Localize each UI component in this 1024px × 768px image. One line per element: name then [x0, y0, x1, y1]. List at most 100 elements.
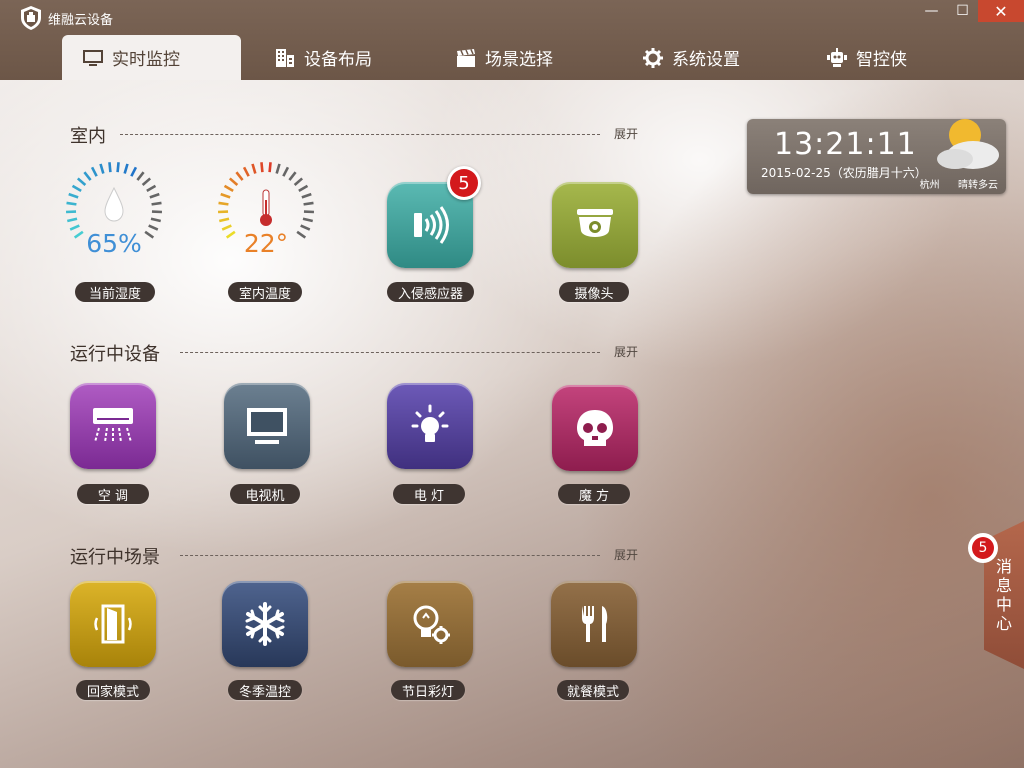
gauge-tick [71, 184, 82, 192]
home-mode-button[interactable] [70, 581, 156, 667]
device-label: 电视机 [230, 484, 300, 504]
humidity-value: 65% [86, 229, 142, 258]
tab-system-settings[interactable]: 系统设置 [622, 35, 760, 80]
message-count-badge: 5 [968, 533, 998, 563]
weather-city: 杭州 [919, 180, 940, 191]
tv-button[interactable] [224, 383, 310, 469]
monitor-icon [83, 49, 103, 66]
gauge-tick [136, 171, 145, 181]
gear-icon [643, 47, 663, 68]
gauge-tick [141, 177, 152, 187]
light-button[interactable] [387, 383, 473, 469]
device-label: 魔 方 [558, 484, 630, 504]
gauge-tick [223, 184, 234, 192]
gauge-tick [228, 177, 239, 187]
building-icon [276, 48, 294, 67]
title-bar: 维融云设备 — ☐ ✕ 实时监控 设备布局 场景选择 系统设置 智控侠 [0, 0, 1024, 80]
air-conditioner-button[interactable] [70, 383, 156, 469]
weather-condition: 晴转多云 [958, 180, 998, 191]
section-divider [120, 134, 600, 135]
tab-scene-select[interactable]: 场景选择 [435, 35, 573, 80]
gauge-tick [293, 177, 304, 187]
scene-label: 就餐模式 [557, 680, 629, 700]
intrusion-alert-badge: 5 [447, 166, 481, 200]
gauge-tick [146, 184, 157, 192]
gauge-tick [288, 171, 297, 181]
gauge-tick [90, 166, 98, 177]
gauge-tick [268, 162, 272, 173]
dining-mode-button[interactable] [551, 581, 637, 667]
section-running-scenes-header: 运行中场景 展开 [70, 543, 638, 568]
bulb-gear-icon [413, 605, 450, 644]
fork-knife-icon [582, 606, 608, 642]
gauge-tick [302, 217, 314, 223]
gauge-tick [242, 166, 250, 177]
gauge-tick [68, 192, 79, 199]
skull-icon [577, 410, 613, 446]
app-title: 维融云设备 [48, 13, 114, 28]
expand-link[interactable]: 展开 [614, 343, 638, 360]
robot-icon [827, 47, 847, 67]
gauge-tick [83, 171, 92, 181]
gauge-tick [151, 201, 162, 206]
close-button[interactable]: ✕ [978, 0, 1024, 22]
snowflake-icon [245, 602, 285, 646]
clock-weather-text: 杭州 晴转多云 [920, 176, 998, 191]
tab-label: 系统设置 [672, 50, 740, 70]
device-label: 空 调 [77, 484, 149, 504]
expand-link[interactable]: 展开 [614, 125, 638, 142]
scene-label: 回家模式 [76, 680, 150, 700]
winter-temp-button[interactable] [222, 581, 308, 667]
gauge-tick [275, 163, 281, 174]
section-title: 室内 [70, 126, 106, 147]
camera-button[interactable] [552, 182, 638, 268]
gauge-tick [149, 192, 160, 199]
gauge-tick [218, 217, 230, 223]
gauge-tick [260, 162, 264, 173]
sunny-cloudy-icon [937, 119, 999, 169]
clock-date: 2015-02-25（农历腊月十六） [761, 166, 927, 180]
temperature-label: 室内温度 [228, 282, 302, 302]
holiday-lights-button[interactable] [387, 581, 473, 667]
device-label: 电 灯 [393, 484, 465, 504]
gauge-tick [116, 162, 120, 173]
shield-logo-icon [21, 6, 41, 30]
tab-label: 设备布局 [304, 50, 372, 70]
clock-time: 13:21:11 [774, 127, 917, 162]
tab-smart-control[interactable]: 智控侠 [806, 35, 927, 80]
gauge-tick [76, 177, 87, 187]
maximize-button[interactable]: ☐ [947, 0, 978, 22]
gauge-tick [220, 192, 231, 199]
gauge-tick [303, 201, 314, 206]
message-center-label: 消息中心 [995, 557, 1012, 633]
gauge-tick [235, 171, 244, 181]
expand-link[interactable]: 展开 [614, 546, 638, 563]
minimize-button[interactable]: — [916, 0, 947, 22]
gauge-tick [218, 201, 229, 206]
section-running-devices-header: 运行中设备 展开 [70, 340, 638, 365]
clock-weather-widget: 13:21:11 2015-02-25（农历腊月十六） 杭州 晴转多云 [747, 119, 1006, 194]
gauge-tick [150, 217, 162, 223]
tab-realtime-monitor[interactable]: 实时监控 [62, 35, 241, 80]
section-indoor-header: 室内 展开 [70, 122, 638, 147]
intrusion-sensor-label: 入侵感应器 [387, 282, 474, 302]
gauge-tick [130, 166, 138, 177]
temperature-value: 22° [243, 229, 289, 258]
air-conditioner-icon [93, 408, 133, 443]
tab-label: 实时监控 [112, 50, 180, 70]
gauge-tick [298, 184, 309, 192]
tab-device-layout[interactable]: 设备布局 [254, 35, 392, 80]
magic-cube-button[interactable] [552, 385, 638, 471]
section-title: 运行中场景 [70, 547, 160, 568]
motion-sensor-icon [414, 206, 449, 244]
camera-icon [577, 209, 613, 237]
scene-label: 节日彩灯 [391, 680, 465, 700]
section-divider [180, 352, 600, 353]
clapperboard-icon [457, 48, 475, 67]
gauge-tick [108, 162, 112, 173]
gauge-tick [282, 166, 290, 177]
gauge-tick [123, 163, 129, 174]
gauge-tick [301, 192, 312, 199]
section-divider [180, 555, 600, 556]
tab-label: 场景选择 [485, 50, 553, 70]
